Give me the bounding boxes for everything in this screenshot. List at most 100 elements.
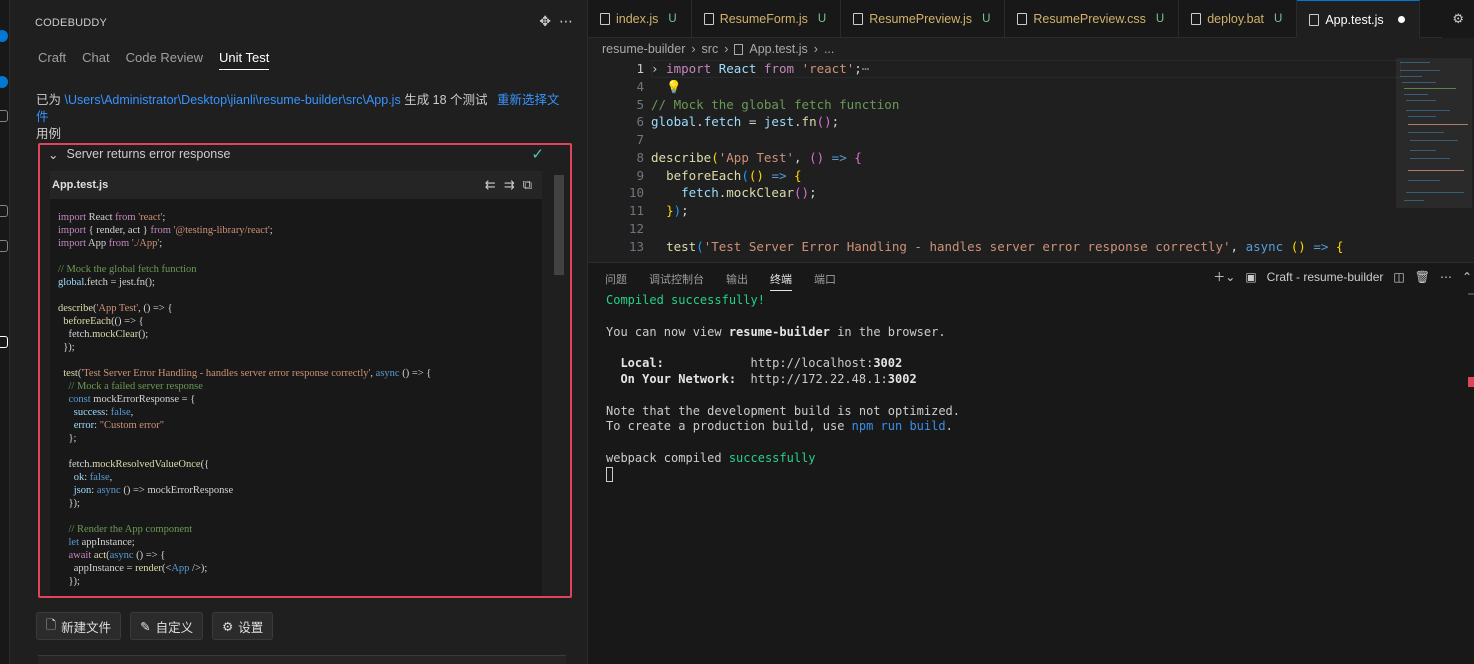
remote-icon[interactable] — [0, 240, 8, 252]
insert-icon[interactable]: ⇇ — [485, 177, 496, 193]
move-icon[interactable]: ✥ — [539, 13, 551, 30]
info-tail: 用例 — [36, 127, 62, 141]
unsaved-dot-icon[interactable] — [1397, 16, 1405, 23]
more-icon[interactable]: ⋯ — [1440, 270, 1452, 284]
editor-code: › import React from 'react';⋯ 💡 // Mock … — [651, 61, 1344, 254]
terminal-name[interactable]: Craft - resume-builder — [1267, 270, 1384, 284]
breadcrumb-file[interactable]: App.test.js — [749, 42, 807, 56]
extensions-icon[interactable] — [0, 76, 8, 88]
codebuddy-panel: CODEBUDDY ✥ ⋯ Craft Chat Code Review Uni… — [10, 0, 588, 664]
line-number: 12 — [628, 220, 644, 236]
terminal-line: Compiled successfully! — [606, 293, 765, 307]
tab-unit-test[interactable]: Unit Test — [218, 50, 270, 70]
line-number: 5 — [636, 96, 644, 112]
tab-resumeform-js[interactable]: ResumeForm.js U — [692, 0, 842, 38]
code-scrollbar[interactable] — [554, 175, 564, 596]
tab-label: ResumeForm.js — [719, 12, 808, 26]
terminal-text: 3002 — [873, 356, 903, 371]
gear-icon: ⚙ — [222, 619, 234, 634]
terminal-text: in the browser. — [829, 324, 946, 339]
tab-craft[interactable]: Craft — [38, 50, 66, 70]
more-icon[interactable]: ⋯ — [559, 13, 573, 30]
tab-ports[interactable]: 端口 — [814, 271, 836, 291]
unit-test-icon[interactable] — [0, 336, 8, 348]
info-prefix: 已为 — [36, 93, 65, 107]
terminal-text: http://localhost: — [663, 356, 874, 371]
terminal-output[interactable]: Compiled successfully! You can now view … — [606, 293, 960, 483]
bat-file-icon — [1191, 13, 1202, 25]
line-number: 1 — [636, 61, 644, 76]
line-number: 11 — [628, 203, 644, 218]
tab-terminal[interactable]: 终端 — [770, 271, 792, 291]
terminal-icon: ▣ — [1245, 269, 1257, 284]
test-icon[interactable] — [0, 205, 8, 217]
line-numbers: 1 4 5 6 7 8 9 10 11 12 13 — [588, 60, 646, 255]
terminal-scrollbar[interactable] — [1468, 293, 1474, 653]
code-editor[interactable]: › import React from 'react';⋯ 💡 // Mock … — [651, 60, 1401, 255]
test-code-block: import React from 'react'; import { rend… — [50, 199, 542, 596]
test-case-card: ⌄ Server returns error response ✓ App.te… — [38, 143, 572, 598]
git-status: U — [1155, 13, 1165, 25]
chat-input[interactable] — [38, 655, 566, 664]
tab-deploy-bat[interactable]: deploy.bat U — [1179, 0, 1298, 38]
customize-button[interactable]: ✎ 自定义 — [130, 612, 204, 640]
minimap[interactable] — [1396, 58, 1472, 208]
tab-debug-console[interactable]: 调试控制台 — [649, 271, 704, 291]
breadcrumb: resume-builder › src › App.test.js › ... — [602, 42, 834, 56]
tab-resumepreview-js[interactable]: ResumePreview.js U — [841, 0, 1006, 38]
tab-app-test-js[interactable]: App.test.js — [1297, 0, 1420, 38]
generation-info: 已为 \Users\Administrator\Desktop\jianli\r… — [36, 92, 571, 143]
trash-icon[interactable]: 🗑 — [1415, 270, 1430, 284]
run-icon[interactable] — [0, 110, 8, 122]
apply-icon[interactable]: ⇉ — [504, 177, 515, 193]
codebuddy-tabs: Craft Chat Code Review Unit Test — [38, 50, 270, 70]
js-file-icon — [1309, 13, 1320, 26]
chevron-down-icon: ⌄ — [48, 148, 59, 162]
line-number: 9 — [636, 167, 644, 183]
terminal-text: . — [945, 419, 953, 434]
breadcrumb-src[interactable]: src — [702, 42, 719, 56]
git-status: U — [668, 13, 677, 25]
tab-problems[interactable]: 问题 — [605, 271, 627, 291]
js-file-icon — [853, 13, 864, 25]
breadcrumb-symbol[interactable]: ... — [824, 42, 834, 56]
tab-output[interactable]: 输出 — [726, 271, 748, 291]
action-buttons: 🗋 新建文件 ✎ 自定义 ⚙ 设置 — [36, 612, 274, 640]
customize-label: 自定义 — [155, 620, 194, 635]
editor-tabs: index.js U ResumeForm.js U ResumePreview… — [588, 0, 1474, 38]
copy-icon[interactable]: ⧉ — [523, 177, 532, 193]
tab-code-review[interactable]: Code Review — [126, 50, 203, 70]
panel-title: CODEBUDDY — [35, 17, 108, 29]
chevron-up-icon[interactable]: ⌃ — [1462, 270, 1472, 284]
tab-chat[interactable]: Chat — [82, 50, 109, 70]
terminal-text: You can now view — [606, 324, 729, 339]
new-file-icon: 🗋 — [46, 617, 57, 632]
tab-resumepreview-css[interactable]: ResumePreview.css U — [1005, 0, 1180, 38]
line-number: 10 — [628, 185, 644, 201]
terminal-text: Note that the development build is not o… — [606, 403, 961, 418]
pencil-icon: ✎ — [140, 619, 151, 634]
info-suffix: 生成 18 个测试 — [400, 93, 488, 107]
activity-bar — [0, 0, 10, 664]
js-file-icon — [600, 13, 610, 25]
split-icon[interactable]: ◫ — [1393, 270, 1404, 284]
new-file-button[interactable]: 🗋 新建文件 — [36, 612, 122, 640]
test-case-header[interactable]: ⌄ Server returns error response — [48, 147, 230, 162]
settings-button[interactable]: ⚙ 设置 — [212, 612, 274, 640]
codebuddy-icon[interactable] — [0, 30, 8, 42]
js-file-icon — [703, 13, 714, 25]
file-icon — [734, 43, 744, 55]
new-file-label: 新建文件 — [61, 620, 112, 635]
tab-index-js[interactable]: index.js U — [588, 0, 692, 38]
breadcrumb-project[interactable]: resume-builder — [602, 42, 685, 56]
terminal-text: resume-builder — [728, 324, 830, 339]
git-status: U — [982, 13, 991, 25]
terminal-text: On Your Network: — [606, 371, 737, 386]
terminal-text: http://172.22.48.1: — [736, 371, 888, 386]
add-terminal-icon[interactable]: ＋⌄ — [1213, 268, 1235, 285]
source-file-path[interactable]: \Users\Administrator\Desktop\jianli\resu… — [64, 93, 400, 107]
gear-icon[interactable]: ⚙ — [1452, 11, 1464, 27]
tab-label: index.js — [616, 12, 659, 26]
css-file-icon — [1017, 13, 1028, 25]
line-number: 6 — [636, 114, 644, 130]
